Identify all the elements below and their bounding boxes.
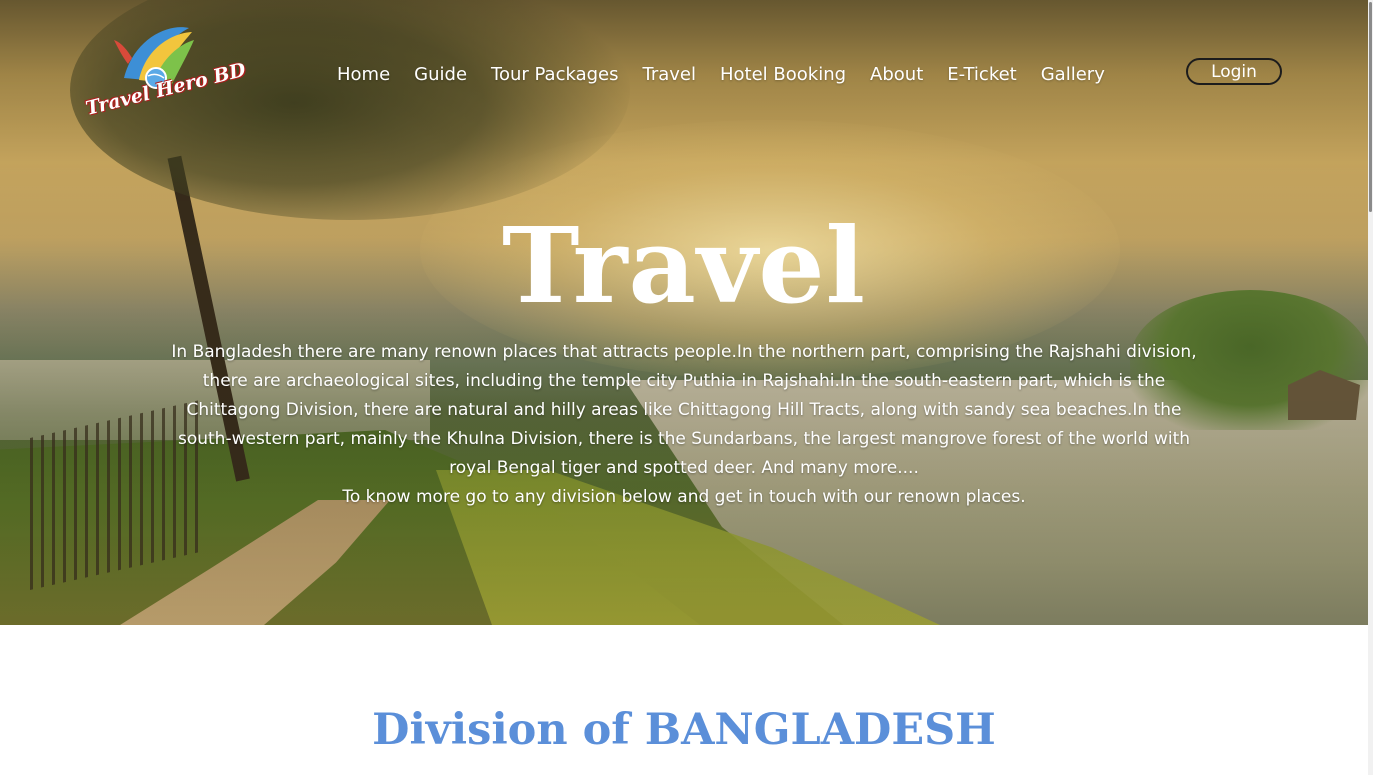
- page: Travel Hero BD Home Guide Tour Packages …: [0, 0, 1373, 775]
- hero-title: Travel: [501, 204, 867, 327]
- main-nav: Home Guide Tour Packages Travel Hotel Bo…: [337, 58, 1129, 90]
- nav-item-gallery[interactable]: Gallery: [1041, 64, 1105, 85]
- hero-cta-text: To know more go to any division below an…: [342, 487, 1026, 507]
- login-button[interactable]: Login: [1186, 58, 1282, 85]
- nav-item-hotel-booking[interactable]: Hotel Booking: [720, 64, 846, 85]
- hero-description-text: In Bangladesh there are many renown plac…: [171, 342, 1197, 478]
- page-scrollbar[interactable]: [1368, 0, 1373, 775]
- nav-item-tour-packages[interactable]: Tour Packages: [491, 64, 618, 85]
- nav-item-travel[interactable]: Travel: [642, 64, 696, 85]
- hero-description: In Bangladesh there are many renown plac…: [160, 338, 1208, 512]
- hero-banner: Travel Hero BD Home Guide Tour Packages …: [0, 0, 1368, 625]
- scrollbar-thumb[interactable]: [1369, 2, 1372, 212]
- nav-item-guide[interactable]: Guide: [414, 64, 467, 85]
- site-logo[interactable]: Travel Hero BD: [84, 18, 248, 128]
- nav-item-about[interactable]: About: [870, 64, 923, 85]
- nav-item-home[interactable]: Home: [337, 64, 390, 85]
- section-title-divisions: Division of BANGLADESH: [372, 705, 996, 755]
- nav-item-e-ticket[interactable]: E-Ticket: [947, 64, 1016, 85]
